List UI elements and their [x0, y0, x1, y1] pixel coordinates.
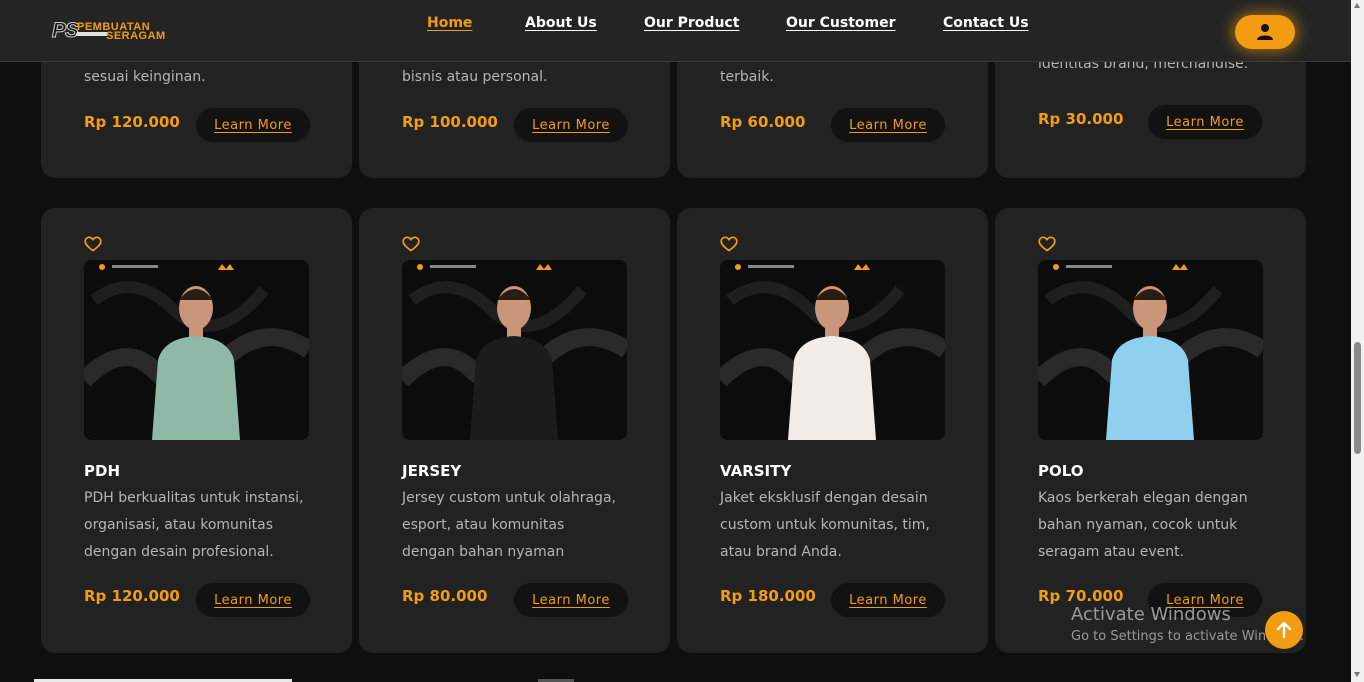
- logo-text-line2: SERAGAM: [106, 30, 166, 42]
- product-title: JERSEY: [402, 462, 462, 480]
- learn-more-button[interactable]: Learn More: [1148, 105, 1262, 139]
- product-title: POLO: [1038, 462, 1084, 480]
- heart-icon[interactable]: [402, 236, 420, 256]
- nav-link-home[interactable]: Home: [427, 15, 472, 31]
- product-image: [720, 260, 945, 440]
- product-card-polo: POLO Kaos berkerah elegan dengan bahan nya…: [995, 208, 1306, 653]
- product-title: VARSITY: [720, 462, 792, 480]
- card-price: Rp 60.000: [720, 113, 806, 131]
- product-description-line: Kaos berkerah elegan dengan: [1038, 490, 1248, 506]
- heart-icon[interactable]: [1038, 236, 1056, 256]
- product-image: [402, 260, 627, 440]
- nav-link-contact-us[interactable]: Contact Us: [943, 15, 1029, 31]
- product-description-line: atau brand Anda.: [720, 544, 842, 560]
- nav-link-about-us[interactable]: About Us: [525, 15, 597, 31]
- card-description: sesuai keinginan.: [84, 69, 206, 85]
- learn-more-button[interactable]: Learn More: [514, 583, 628, 617]
- product-description-line: custom untuk komunitas, tim,: [720, 517, 930, 533]
- product-image: [1038, 260, 1263, 440]
- back-to-top-button[interactable]: [1265, 611, 1303, 649]
- product-card-jersey: JERSEY Jersey custom untuk olahraga, espor…: [359, 208, 670, 653]
- navbar: PS PEMBUATAN SERAGAM Home About Us Our P…: [0, 0, 1351, 62]
- product-card-pdh: PDH PDH berkualitas untuk instansi, organi…: [41, 208, 352, 653]
- nav-link-our-product[interactable]: Our Product: [644, 15, 739, 31]
- heart-icon[interactable]: [84, 236, 102, 256]
- card-description: bisnis atau personal.: [402, 69, 548, 85]
- product-description-line: Jersey custom untuk olahraga,: [402, 490, 616, 506]
- card-price: Rp 120.000: [84, 113, 180, 131]
- product-title: PDH: [84, 462, 120, 480]
- heart-icon[interactable]: [720, 236, 738, 256]
- learn-more-button[interactable]: Learn More: [196, 583, 310, 617]
- brand-logo[interactable]: PS PEMBUATAN SERAGAM: [51, 19, 172, 45]
- nav-link-our-customer[interactable]: Our Customer: [786, 15, 896, 31]
- learn-more-button[interactable]: Learn More: [831, 583, 945, 617]
- product-price: Rp 180.000: [720, 587, 816, 605]
- scroll-up-arrow-icon[interactable]: [1354, 3, 1360, 8]
- logo-monogram: PS: [51, 19, 79, 43]
- learn-more-button[interactable]: Learn More: [514, 108, 628, 142]
- product-description-line: dengan desain profesional.: [84, 544, 274, 560]
- product-price: Rp 120.000: [84, 587, 180, 605]
- product-price: Rp 70.000: [1038, 587, 1124, 605]
- arrow-up-icon: [1276, 621, 1292, 639]
- product-image: [84, 260, 309, 440]
- card-price: Rp 30.000: [1038, 110, 1124, 128]
- product-card-varsity: VARSITY Jaket eksklusif dengan desain cust…: [677, 208, 988, 653]
- product-description-line: seragam atau event.: [1038, 544, 1185, 560]
- learn-more-button[interactable]: Learn More: [831, 108, 945, 142]
- account-button[interactable]: [1235, 15, 1295, 49]
- product-description-line: dengan bahan nyaman: [402, 544, 565, 560]
- card-description: terbaik.: [720, 69, 774, 85]
- learn-more-button[interactable]: Learn More: [196, 108, 310, 142]
- scroll-thumb[interactable]: [1354, 342, 1361, 454]
- product-description-line: PDH berkualitas untuk instansi,: [84, 490, 304, 506]
- product-description-line: Jaket eksklusif dengan desain: [720, 490, 928, 506]
- product-description-line: bahan nyaman, cocok untuk: [1038, 517, 1238, 533]
- scroll-down-arrow-icon[interactable]: [1354, 672, 1360, 677]
- product-price: Rp 80.000: [402, 587, 488, 605]
- product-description-line: esport, atau komunitas: [402, 517, 565, 533]
- product-description-line: organisasi, atau komunitas: [84, 517, 274, 533]
- page-scrollbar[interactable]: [1351, 0, 1364, 682]
- card-price: Rp 100.000: [402, 113, 498, 131]
- user-icon: [1257, 24, 1273, 40]
